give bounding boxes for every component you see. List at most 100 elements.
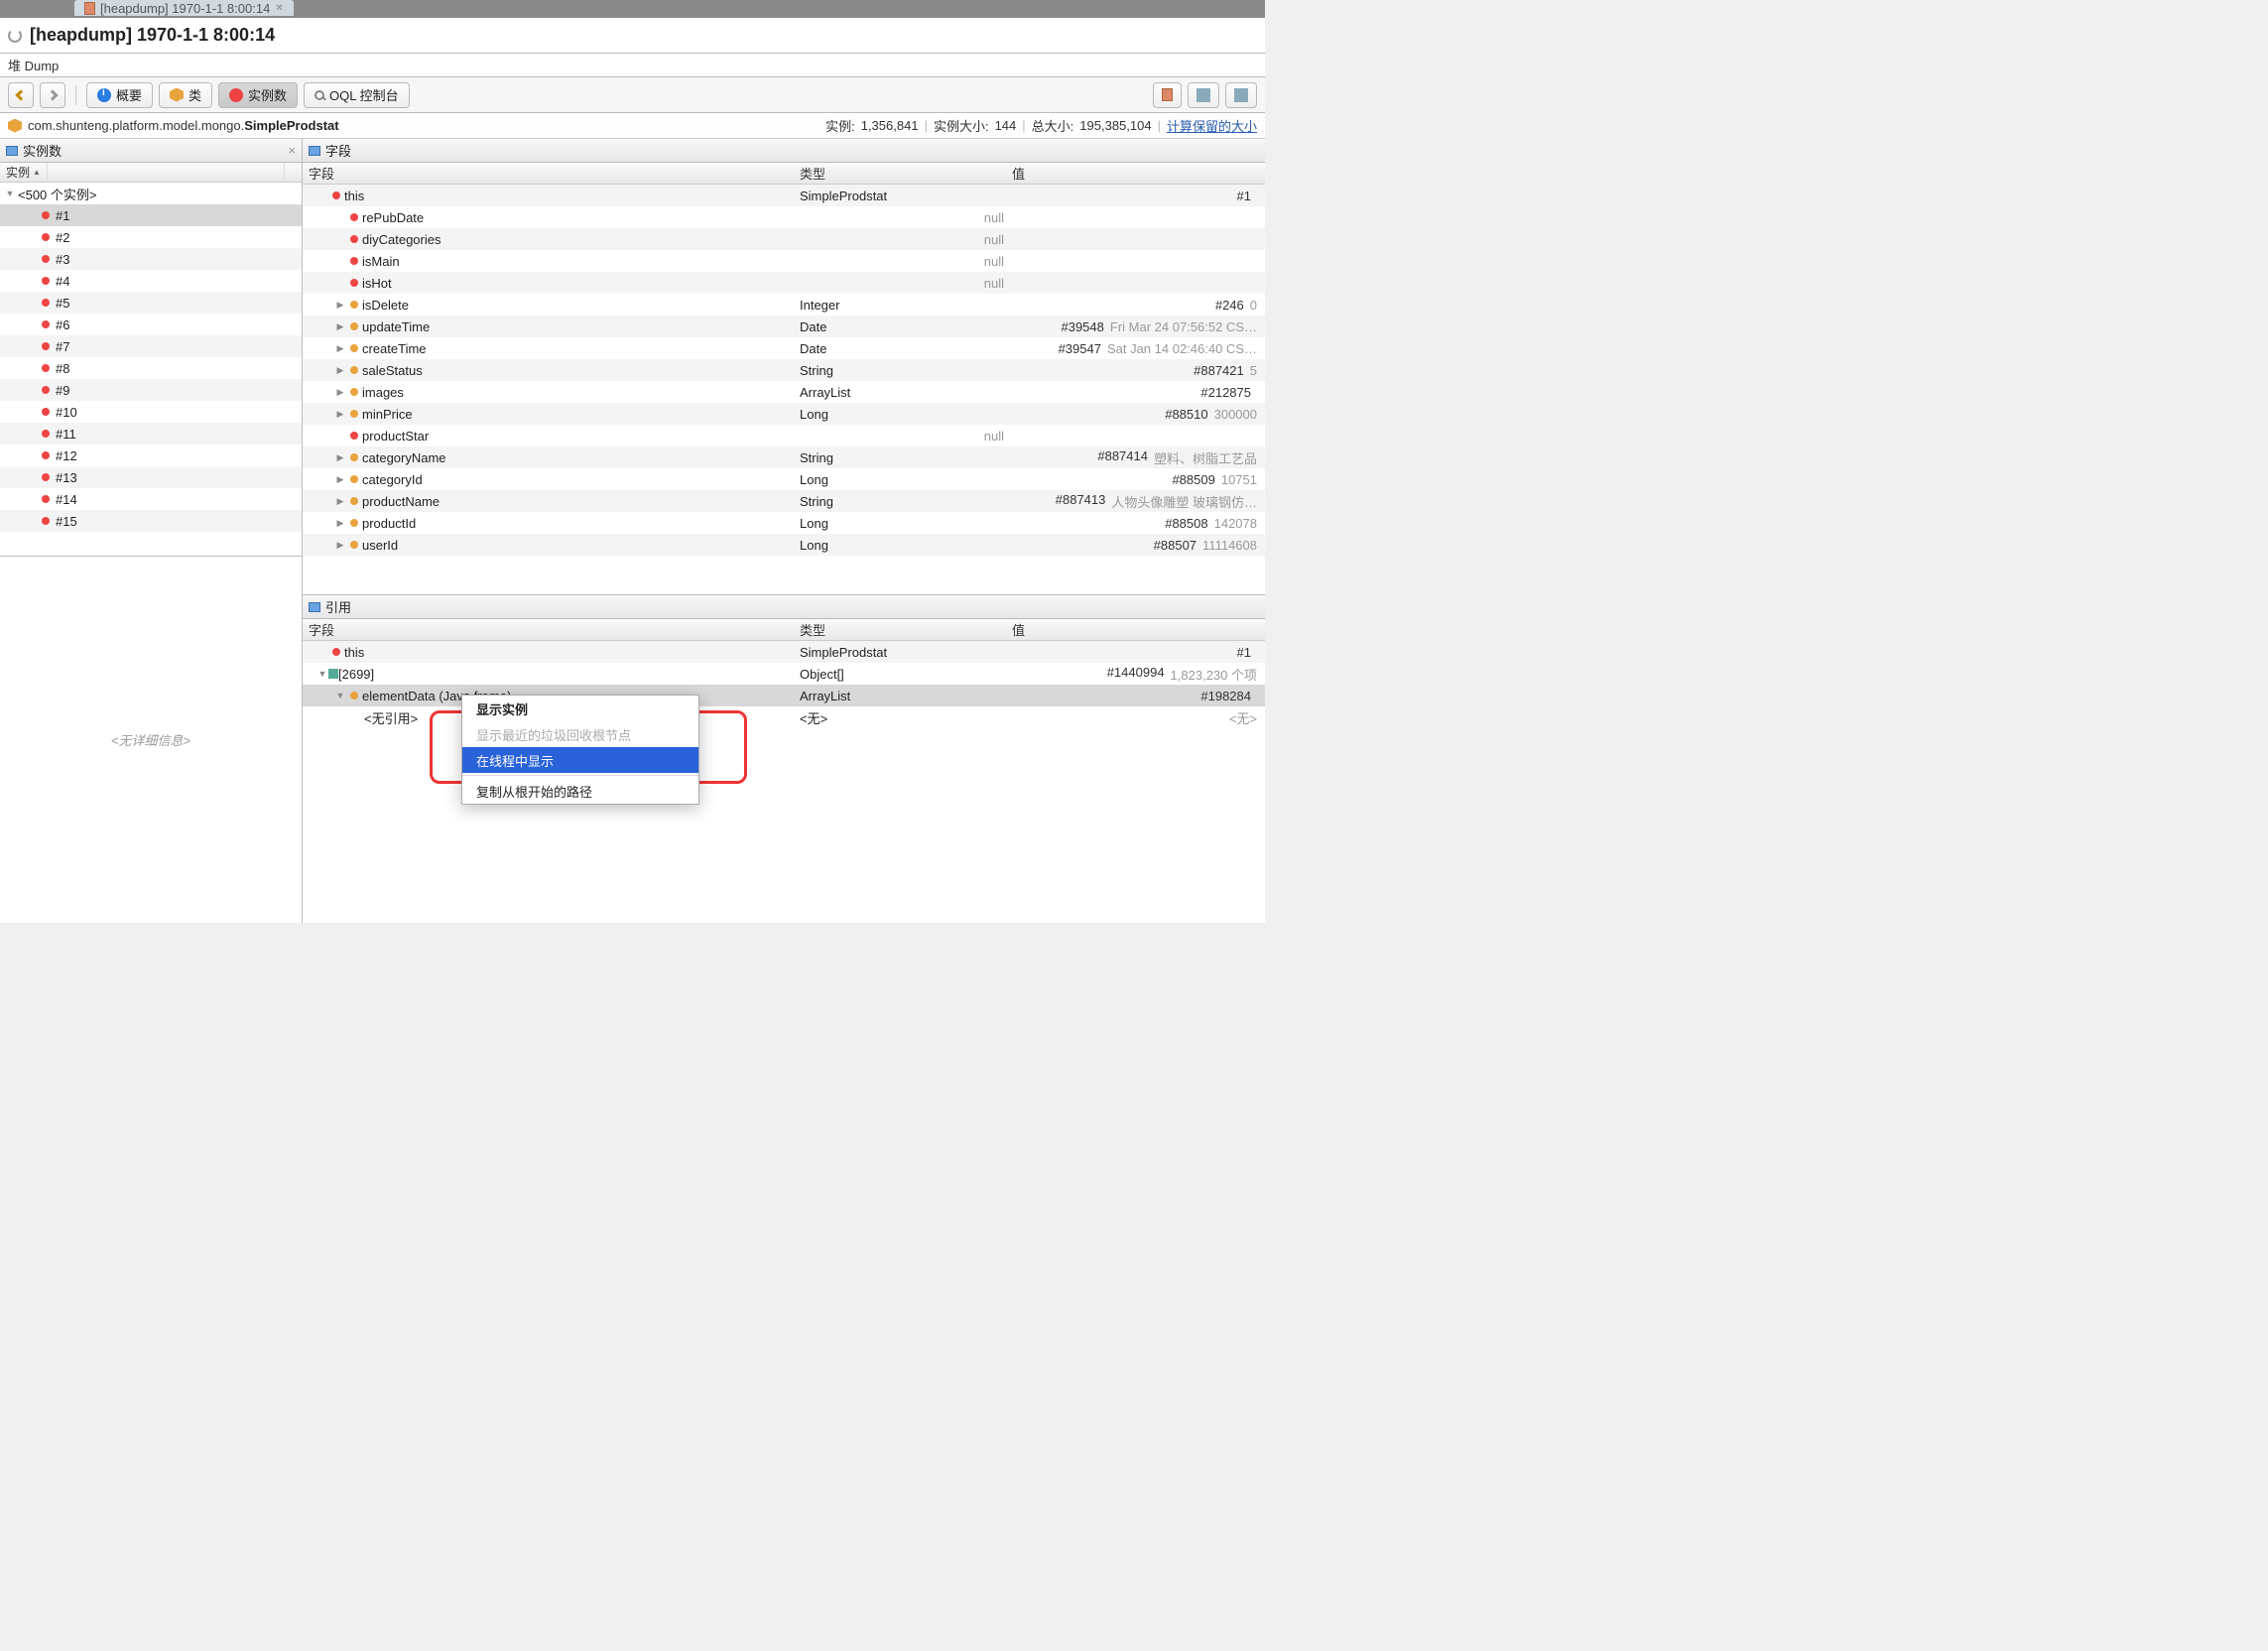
instance-row[interactable]: #8 xyxy=(0,357,302,379)
expander-icon[interactable] xyxy=(334,277,346,289)
instance-row[interactable]: #2 xyxy=(0,226,302,248)
expander-icon[interactable]: ▼ xyxy=(316,668,328,680)
instance-row[interactable]: #9 xyxy=(0,379,302,401)
expander-icon[interactable] xyxy=(334,430,346,442)
instances-col-header[interactable]: 实例 xyxy=(0,163,302,183)
menu-copy-path[interactable]: 复制从根开始的路径 xyxy=(462,778,698,804)
instance-row[interactable]: #12 xyxy=(0,444,302,466)
field-row[interactable]: productStarnull xyxy=(303,425,1265,446)
menu-show-in-thread[interactable]: 在线程中显示 xyxy=(462,747,698,773)
menu-show-instance[interactable]: 显示实例 xyxy=(462,696,698,721)
close-icon[interactable]: ✕ xyxy=(275,3,283,14)
compute-retained-link[interactable]: 计算保留的大小 xyxy=(1167,116,1257,135)
expander-icon[interactable]: ▶ xyxy=(334,495,346,507)
field-row[interactable]: ▶createTimeDate#39547Sat Jan 14 02:46:40… xyxy=(303,337,1265,359)
instance-label: #6 xyxy=(54,318,69,332)
field-row[interactable]: thisSimpleProdstat#1 xyxy=(303,641,1265,663)
field-row[interactable]: ▶userIdLong#8850711114608 xyxy=(303,534,1265,556)
tool-button-1[interactable] xyxy=(1153,82,1182,108)
field-row[interactable]: ▶productIdLong#88508142078 xyxy=(303,512,1265,534)
instance-row[interactable]: #14 xyxy=(0,488,302,510)
instance-col[interactable]: 实例 xyxy=(0,163,48,182)
expander-icon[interactable] xyxy=(334,211,346,223)
field-ref: #212875 xyxy=(1200,385,1251,400)
instance-row[interactable]: #15 xyxy=(0,510,302,532)
forward-button[interactable] xyxy=(40,82,65,108)
instance-label: #2 xyxy=(54,230,69,245)
field-row[interactable]: ▶saleStatusString#8874215 xyxy=(303,359,1265,381)
field-value: 11114608 xyxy=(1202,538,1257,553)
expander-icon[interactable] xyxy=(334,255,346,267)
field-row[interactable]: diyCategoriesnull xyxy=(303,228,1265,250)
field-ref: #39547 xyxy=(1059,341,1101,356)
refs-panel-title: 引用 xyxy=(325,597,351,616)
col-type[interactable]: 类型 xyxy=(794,164,1012,183)
field-icon xyxy=(350,410,358,418)
field-row[interactable]: ▶isDeleteInteger#2460 xyxy=(303,294,1265,316)
close-panel-icon[interactable]: × xyxy=(288,143,296,158)
tool-button-3[interactable] xyxy=(1225,82,1257,108)
expander-icon[interactable]: ▼ xyxy=(334,690,346,701)
background-tab[interactable]: [heapdump] 1970-1-1 8:00:14 ✕ xyxy=(74,0,294,16)
expander-icon[interactable] xyxy=(316,190,328,201)
expander-icon[interactable] xyxy=(316,646,328,658)
field-row[interactable]: ▼ [2699]Object[]#14409941,823,230 个项 xyxy=(303,663,1265,685)
expander-icon[interactable]: ▶ xyxy=(334,517,346,529)
expander-icon[interactable]: ▶ xyxy=(334,364,346,376)
field-row[interactable]: ▶categoryNameString#887414塑料、树脂工艺品 xyxy=(303,446,1265,468)
instance-row[interactable]: #5 xyxy=(0,292,302,314)
field-row[interactable]: ▶updateTimeDate#39548Fri Mar 24 07:56:52… xyxy=(303,316,1265,337)
expander-icon[interactable]: ▶ xyxy=(334,342,346,354)
field-row[interactable]: ▶minPriceLong#88510300000 xyxy=(303,403,1265,425)
back-button[interactable] xyxy=(8,82,34,108)
instance-tree[interactable]: ▼<500 个实例>#1 #2 #3#4#5 #6 #7#8#9#10#11#12 #13… xyxy=(0,183,302,556)
field-icon xyxy=(350,453,358,461)
field-type: null xyxy=(794,254,1012,269)
field-name: categoryId xyxy=(362,472,423,487)
expander-icon[interactable]: ▶ xyxy=(334,473,346,485)
field-row[interactable]: isMainnull xyxy=(303,250,1265,272)
col-type[interactable]: 类型 xyxy=(794,620,1012,639)
field-row[interactable]: ▼elementData (Java frame)ArrayList#19828… xyxy=(303,685,1265,706)
instance-row[interactable]: #1 xyxy=(0,204,302,226)
field-type: SimpleProdstat xyxy=(794,189,1012,203)
field-row[interactable]: ▶productNameString#887413人物头像雕塑 玻璃钢仿… xyxy=(303,490,1265,512)
expander-icon[interactable] xyxy=(352,711,364,723)
instance-label: #13 xyxy=(54,470,77,485)
field-row[interactable]: isHotnull xyxy=(303,272,1265,294)
col-menu-icon[interactable] xyxy=(284,163,302,182)
expander-icon[interactable]: ▶ xyxy=(334,299,346,311)
refs-grid[interactable]: 字段类型值 thisSimpleProdstat#1▼ [2699]Object[… xyxy=(303,619,1265,923)
expander-icon[interactable]: ▼ xyxy=(4,188,16,199)
col-value[interactable]: 值 xyxy=(1012,620,1265,639)
instance-row[interactable]: #10 xyxy=(0,401,302,423)
instance-row[interactable]: #3 xyxy=(0,248,302,270)
expander-icon[interactable]: ▶ xyxy=(334,386,346,398)
instance-row[interactable]: #6 xyxy=(0,314,302,335)
col-field[interactable]: 字段 xyxy=(303,164,794,183)
instance-row[interactable]: #11 xyxy=(0,423,302,444)
fields-grid[interactable]: 字段类型值 thisSimpleProdstat#1rePubDatenulldi… xyxy=(303,163,1265,594)
expander-icon[interactable] xyxy=(334,233,346,245)
field-row[interactable]: ▶imagesArrayList#212875 xyxy=(303,381,1265,403)
expander-icon[interactable]: ▶ xyxy=(334,408,346,420)
field-type: Date xyxy=(794,341,1012,356)
field-row[interactable]: thisSimpleProdstat#1 xyxy=(303,185,1265,206)
instance-group[interactable]: <500 个实例> xyxy=(16,185,97,203)
instance-row[interactable]: #4 xyxy=(0,270,302,292)
instance-row[interactable]: #7 xyxy=(0,335,302,357)
expander-icon[interactable]: ▶ xyxy=(334,451,346,463)
instance-row[interactable]: #13 xyxy=(0,466,302,488)
instances-button[interactable]: 实例数 xyxy=(218,82,298,108)
col-field[interactable]: 字段 xyxy=(303,620,794,639)
expander-icon[interactable]: ▶ xyxy=(334,320,346,332)
field-row[interactable]: rePubDatenull xyxy=(303,206,1265,228)
oql-button[interactable]: OQL 控制台 xyxy=(304,82,410,108)
field-row[interactable]: <无引用><无><无> xyxy=(303,706,1265,728)
classes-button[interactable]: 类 xyxy=(159,82,212,108)
col-value[interactable]: 值 xyxy=(1012,164,1265,183)
overview-button[interactable]: 概要 xyxy=(86,82,153,108)
expander-icon[interactable]: ▶ xyxy=(334,539,346,551)
field-row[interactable]: ▶categoryIdLong#8850910751 xyxy=(303,468,1265,490)
tool-button-2[interactable] xyxy=(1188,82,1219,108)
